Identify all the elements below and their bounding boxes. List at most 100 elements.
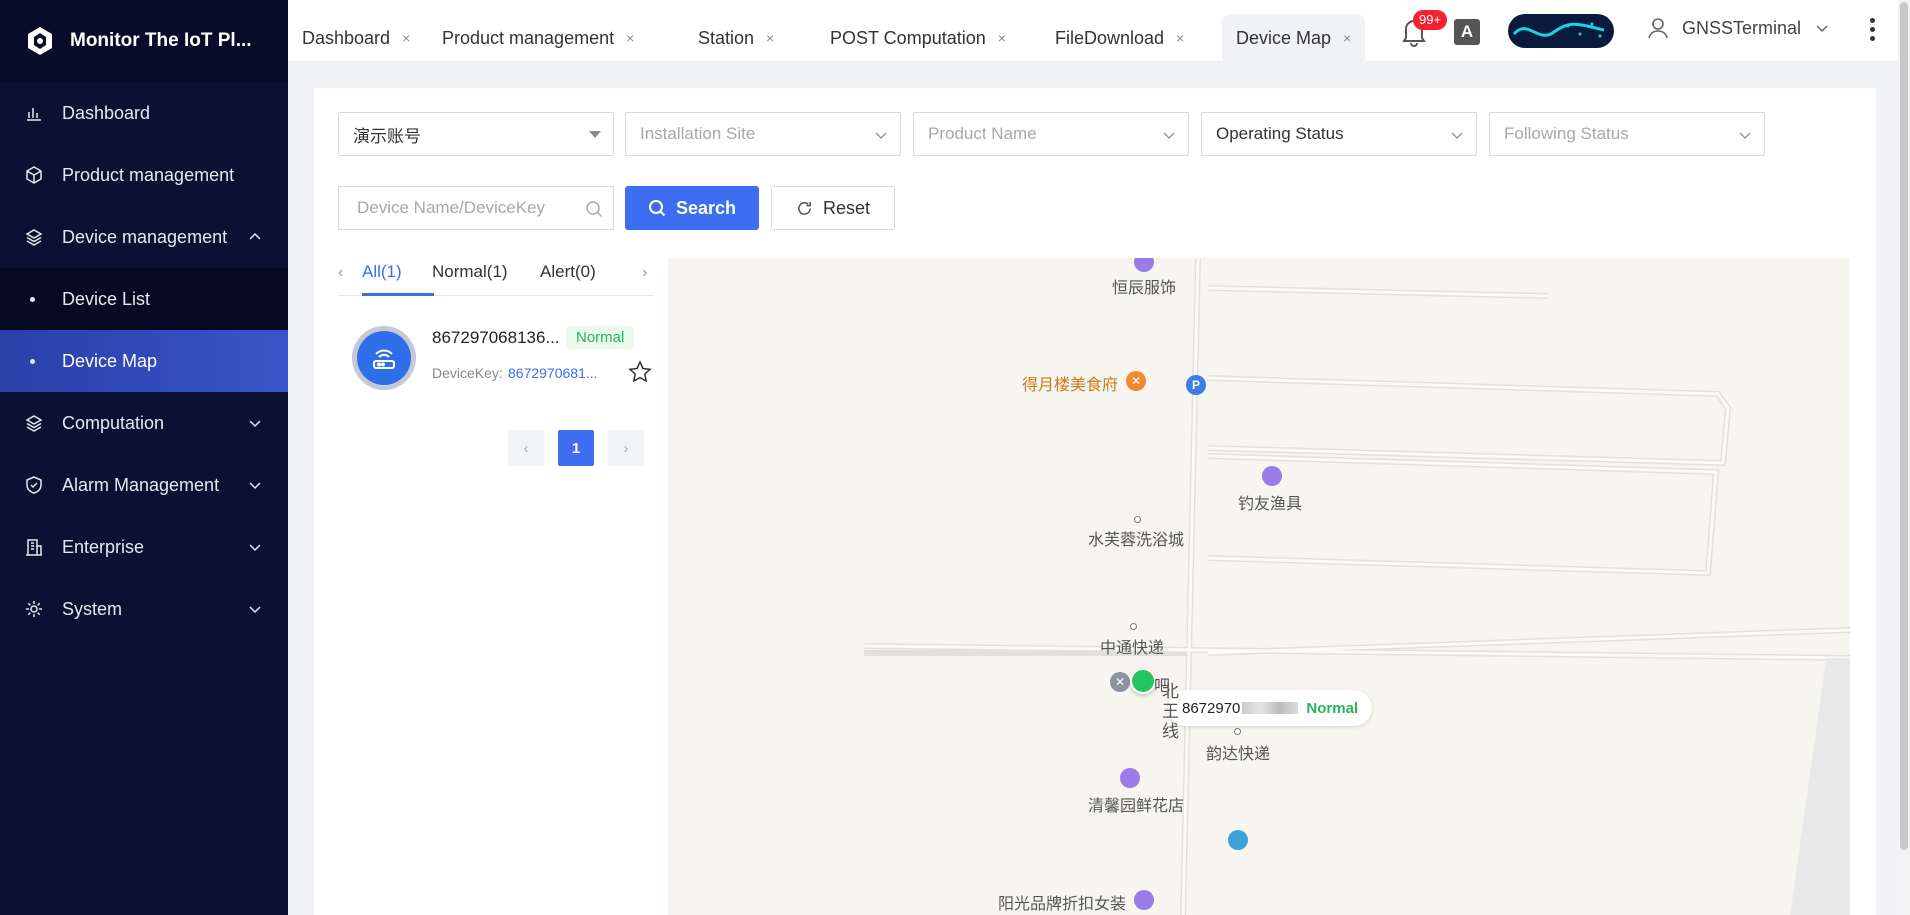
tab-label: POST Computation xyxy=(830,27,986,48)
device-avatar xyxy=(352,326,416,390)
pagination-page-1[interactable]: 1 xyxy=(558,430,594,466)
device-map[interactable]: 恒辰服饰 得月楼美食府 ✕ P 钓友渔具 水芙蓉洗浴城 中通快递 8672970… xyxy=(668,258,1850,915)
tab-post-computation[interactable]: POST Computation × xyxy=(816,14,1020,62)
tab-all[interactable]: All(1) xyxy=(362,262,402,282)
tab-product-management[interactable]: Product management × xyxy=(428,14,648,62)
redacted-block xyxy=(1242,702,1299,714)
account-select-value: 演示账号 xyxy=(353,126,421,146)
voice-wave-widget[interactable] xyxy=(1508,14,1614,48)
tab-close-icon[interactable]: × xyxy=(998,30,1006,46)
page-scrollbar[interactable] xyxy=(1898,0,1910,915)
poi-label[interactable]: 韵达快递 xyxy=(1206,740,1270,764)
account-select[interactable]: 演示账号 xyxy=(338,112,614,156)
pagination-prev[interactable]: ‹ xyxy=(508,430,544,466)
parking-glyph: P xyxy=(1191,378,1200,392)
top-bar: Dashboard × Product management × Station… xyxy=(288,0,1910,62)
sidebar-item-label: Dashboard xyxy=(62,102,151,123)
sidebar-item-device-management[interactable]: Device management xyxy=(0,206,288,268)
search-placeholder: Device Name/DeviceKey xyxy=(357,198,546,217)
installation-site-select[interactable]: Installation Site xyxy=(625,112,901,156)
search-button[interactable]: Search xyxy=(625,186,759,230)
product-name-select[interactable]: Product Name xyxy=(913,112,1189,156)
tab-label: Product management xyxy=(442,27,615,48)
user-menu[interactable]: GNSSTerminal xyxy=(1646,16,1829,40)
tabs-prev-arrow[interactable]: ‹ xyxy=(338,264,343,282)
pagination-next[interactable]: › xyxy=(608,430,644,466)
road-label: 北王线 xyxy=(1162,682,1179,741)
sidebar-item-computation[interactable]: Computation xyxy=(0,392,288,454)
shop-icon xyxy=(1120,768,1140,788)
scrollbar-thumb[interactable] xyxy=(1900,2,1908,850)
poi-label[interactable]: 得月楼美食府 xyxy=(1022,371,1118,395)
tab-station[interactable]: Station × xyxy=(684,14,788,62)
poi-label[interactable]: 钓友渔具 xyxy=(1238,490,1302,514)
device-status-tabs: ‹ All(1) Normal(1) Alert(0) › xyxy=(338,258,654,296)
tab-close-icon[interactable]: × xyxy=(1343,30,1351,46)
device-location-marker[interactable] xyxy=(1130,668,1156,694)
telecom-icon xyxy=(1228,830,1248,850)
tab-device-map[interactable]: Device Map × xyxy=(1222,14,1366,62)
page-number: 1 xyxy=(571,439,581,457)
caret-down-icon xyxy=(589,131,601,138)
sidebar-item-device-map[interactable]: Device Map xyxy=(0,330,288,392)
translate-icon[interactable]: A xyxy=(1454,19,1480,45)
device-popup[interactable]: 8672970 Normal xyxy=(1168,690,1373,726)
waveform-icon xyxy=(1512,22,1605,38)
cube-icon xyxy=(24,165,44,185)
poi-dot xyxy=(1130,623,1137,630)
reset-button-label: Reset xyxy=(822,197,871,218)
sidebar-item-product-management[interactable]: Product management xyxy=(0,144,288,206)
poi-label[interactable]: 中通快递 xyxy=(1100,634,1164,658)
poi-label[interactable]: 清馨园鲜花店 xyxy=(1088,792,1184,816)
tab-alert[interactable]: Alert(0) xyxy=(540,262,596,282)
tab-dashboard[interactable]: Dashboard × xyxy=(288,14,424,62)
sidebar-item-system[interactable]: System xyxy=(0,578,288,640)
shop-icon xyxy=(1262,466,1282,486)
notification-badge: 99+ xyxy=(1413,10,1448,30)
sidebar-item-label: Computation xyxy=(62,412,165,433)
tabs-next-arrow[interactable]: › xyxy=(642,264,647,282)
sidebar-item-device-list[interactable]: Device List xyxy=(0,268,288,330)
brand-header: Monitor The IoT Pl... xyxy=(0,0,288,82)
app-title: Monitor The IoT Pl... xyxy=(70,30,252,51)
parking-icon: P xyxy=(1186,375,1206,395)
chevron-down-icon xyxy=(249,482,261,490)
tab-normal[interactable]: Normal(1) xyxy=(432,262,508,282)
sidebar-item-enterprise[interactable]: Enterprise xyxy=(0,516,288,578)
bar-icon: ✕ xyxy=(1110,672,1130,692)
sidebar-item-alarm-management[interactable]: Alarm Management xyxy=(0,454,288,516)
sidebar-item-label: Enterprise xyxy=(62,536,145,557)
poi-label[interactable]: 阳光品牌折扣女装 xyxy=(998,890,1126,914)
tab-close-icon[interactable]: × xyxy=(402,30,410,46)
sidebar-item-label: System xyxy=(62,598,123,619)
shop-icon xyxy=(1134,890,1154,910)
chevron-down-icon xyxy=(1816,25,1828,33)
chevron-down-icon xyxy=(249,420,261,428)
device-key-value[interactable]: 8672970681... xyxy=(508,365,598,381)
following-status-select[interactable]: Following Status xyxy=(1489,112,1765,156)
tab-label: Device Map xyxy=(1236,27,1332,48)
popup-device-id: 8672970 xyxy=(1182,699,1241,717)
tab-label: FileDownload xyxy=(1055,27,1165,48)
sidebar-item-label: Device management xyxy=(62,226,228,247)
poi-label[interactable]: 恒辰服饰 xyxy=(1112,274,1176,298)
operating-status-select[interactable]: Operating Status xyxy=(1201,112,1477,156)
device-list-item[interactable]: 867297068136... Normal DeviceKey: 867297… xyxy=(352,326,652,396)
chart-bar-icon xyxy=(24,103,44,123)
more-vertical-icon[interactable] xyxy=(1868,18,1876,44)
star-icon[interactable] xyxy=(628,360,652,384)
tab-close-icon[interactable]: × xyxy=(766,30,774,46)
chevron-down-icon xyxy=(1451,132,1463,140)
device-search-input[interactable]: Device Name/DeviceKey xyxy=(338,186,614,230)
main-content: 演示账号 Installation Site Product Name Oper… xyxy=(314,88,1876,915)
device-name[interactable]: 867297068136... xyxy=(432,328,560,348)
sidebar-item-dashboard[interactable]: Dashboard xyxy=(0,82,288,144)
chevron-down-icon xyxy=(249,544,261,552)
tab-close-icon[interactable]: × xyxy=(1176,30,1184,46)
chevron-down-icon xyxy=(1163,132,1175,140)
poi-label[interactable]: 水芙蓉洗浴城 xyxy=(1088,526,1184,550)
tab-filedownload[interactable]: FileDownload × xyxy=(1041,14,1198,62)
search-button-label: Search xyxy=(675,197,737,218)
tab-close-icon[interactable]: × xyxy=(626,30,634,46)
reset-button[interactable]: Reset xyxy=(771,186,895,230)
